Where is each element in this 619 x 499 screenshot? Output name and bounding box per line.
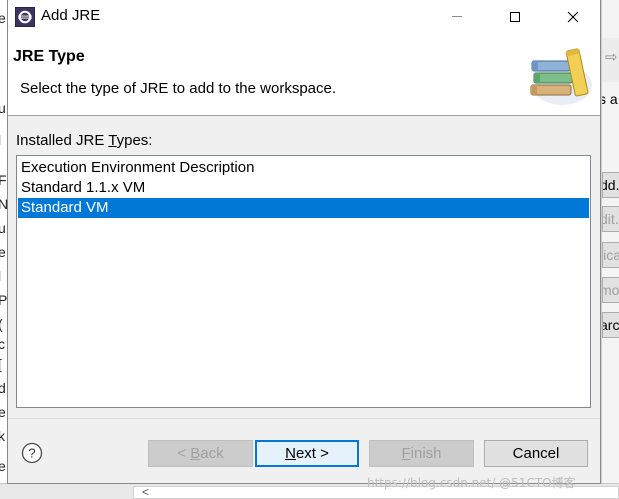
bg-fragment: e (0, 404, 6, 420)
back-button-prefix: < (177, 445, 191, 462)
list-item[interactable]: Standard 1.1.x VM (18, 178, 589, 198)
window-title: Add JRE (41, 7, 101, 24)
label-text-before: Installed JRE (16, 132, 109, 149)
maximize-icon (510, 11, 520, 22)
bg-fragment: l (0, 132, 1, 148)
label-mnemonic: T (108, 132, 117, 149)
bg-button-fragment: mo (602, 277, 619, 303)
close-icon (567, 11, 579, 22)
bg-fragment: ( (0, 316, 3, 332)
next-button-label: ext > (295, 445, 329, 462)
bg-fragment: e (0, 244, 6, 260)
minimize-button[interactable] (434, 0, 480, 33)
bg-fragment: s a (602, 91, 618, 107)
page-title: JRE Type (13, 48, 85, 65)
wizard-header: JRE Type Select the type of JRE to add t… (8, 33, 600, 116)
list-item-selected[interactable]: Standard VM (18, 198, 589, 218)
minimize-icon (452, 16, 462, 17)
watermark: https://blog.csdn.net/ @51CTO博客 (367, 476, 576, 490)
footer-divider (8, 418, 600, 419)
cancel-button[interactable]: Cancel (484, 440, 588, 467)
bg-fragment: l (0, 268, 1, 284)
bg-fragment: N (0, 196, 7, 212)
bg-button-fragment: lica (602, 242, 619, 268)
add-jre-dialog: Add JRE JRE Type Select the type of JRE … (7, 0, 601, 484)
finish-button-label: inish (410, 445, 442, 462)
background-window-right-edge: ⇨ s a dd. dit. lica mo arch (601, 0, 619, 499)
books-wizard-graphic (530, 48, 592, 105)
arrow-right-icon: ⇨ (605, 49, 618, 66)
title-bar[interactable]: Add JRE (8, 0, 600, 33)
label-text-after: ypes: (116, 132, 153, 149)
bg-fragment: u (0, 220, 6, 236)
list-item[interactable]: Execution Environment Description (18, 158, 589, 178)
back-button-label: ack (200, 445, 224, 462)
bg-fragment: k (0, 428, 5, 444)
bg-button-fragment: arch (602, 312, 619, 338)
background-window-left-edge: e u l F N u e l P ( c [ d e k e (0, 0, 7, 499)
bg-fragment: e (0, 458, 6, 474)
bg-button-fragment: dit. (602, 206, 619, 232)
bg-fragment: F (0, 172, 7, 188)
back-button-mnemonic: B (190, 445, 201, 462)
bg-button-fragment: dd. (602, 172, 619, 198)
finish-button-mnemonic: F (401, 445, 411, 462)
bg-fragment: c (0, 336, 5, 352)
eclipse-app-icon (15, 7, 35, 27)
svg-text:?: ? (28, 446, 35, 461)
bg-fragment: P (0, 292, 7, 308)
bg-fragment: d (0, 380, 6, 396)
help-icon[interactable]: ? (21, 442, 43, 464)
back-button[interactable]: < Back (148, 440, 253, 467)
bg-fragment: u (0, 100, 6, 116)
page-description: Select the type of JRE to add to the wor… (20, 80, 337, 97)
bg-fragment: e (0, 10, 6, 26)
jre-types-list[interactable]: Execution Environment Description Standa… (16, 155, 591, 408)
bg-fragment: [ (0, 356, 2, 372)
installed-jre-types-label: Installed JRE Types: (16, 132, 152, 149)
next-button-mnemonic: N (285, 445, 296, 462)
finish-button[interactable]: Finish (369, 440, 474, 467)
close-button[interactable] (550, 0, 596, 33)
cancel-button-label: Cancel (512, 445, 560, 462)
maximize-button[interactable] (492, 0, 538, 33)
next-button[interactable]: Next > (255, 440, 359, 467)
scroll-left-icon: < (142, 485, 150, 499)
